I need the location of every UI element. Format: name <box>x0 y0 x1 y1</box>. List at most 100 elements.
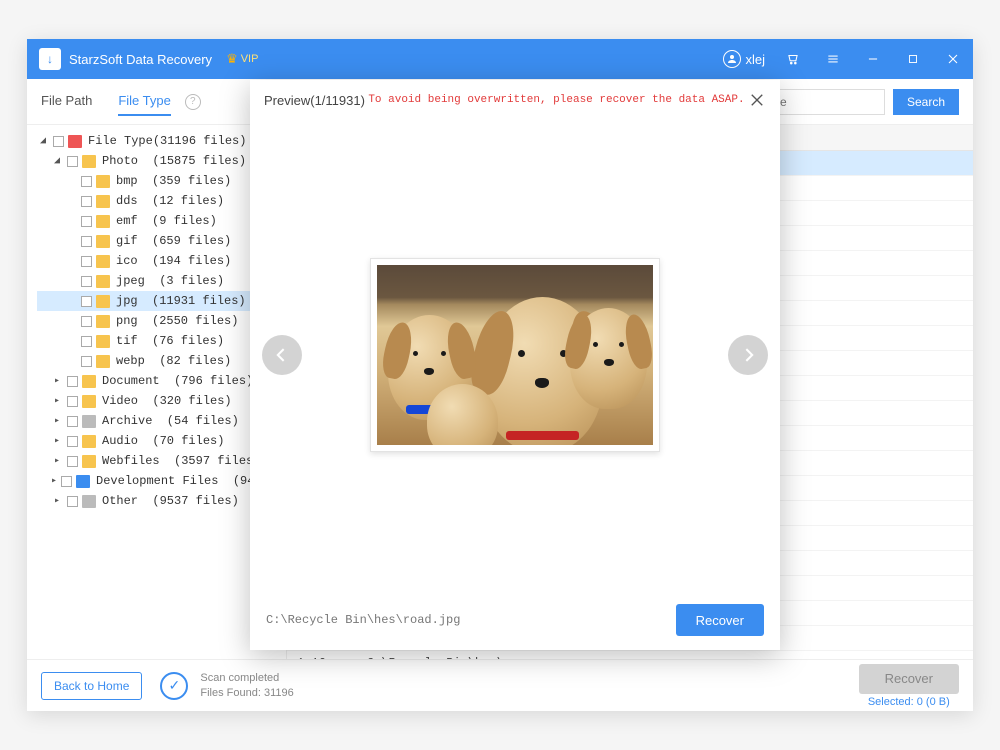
checkbox[interactable] <box>81 176 92 187</box>
twisty-icon[interactable]: ▸ <box>51 435 63 447</box>
folder-icon <box>82 495 96 508</box>
tree-label: gif (659 files) <box>116 234 231 248</box>
tree-label: dds (12 files) <box>116 194 224 208</box>
recover-button[interactable]: Recover <box>859 664 959 694</box>
twisty-icon[interactable]: ▸ <box>51 375 63 387</box>
tree-label: bmp (359 files) <box>116 174 231 188</box>
tree-root[interactable]: ◢ File Type(31196 files) <box>37 131 286 151</box>
preview-image-frame <box>370 258 660 452</box>
checkbox[interactable] <box>81 356 92 367</box>
tree-label: Document (796 files) <box>102 374 253 388</box>
checkbox[interactable] <box>81 196 92 207</box>
twisty-icon[interactable]: ◢ <box>51 155 63 167</box>
folder-icon <box>82 435 96 448</box>
tree-item-document[interactable]: ▸ Document (796 files) <box>37 371 286 391</box>
folder-icon <box>82 415 96 428</box>
checkbox[interactable] <box>67 396 78 407</box>
tree-item-ico[interactable]: ico (194 files) <box>37 251 286 271</box>
checkbox[interactable] <box>81 316 92 327</box>
tree-item-webp[interactable]: webp (82 files) <box>37 351 286 371</box>
close-button[interactable] <box>933 39 973 79</box>
twisty-icon[interactable]: ◢ <box>37 135 49 147</box>
tree-label: jpg (11931 files) <box>116 294 246 308</box>
crown-icon: ♛ <box>226 51 238 67</box>
user-name: xlej <box>745 52 765 67</box>
preview-close-button[interactable] <box>748 91 766 109</box>
app-name: StarzSoft Data Recovery <box>69 52 212 67</box>
checkbox[interactable] <box>67 436 78 447</box>
preview-recover-button[interactable]: Recover <box>676 604 764 636</box>
tree-label: Video (320 files) <box>102 394 232 408</box>
twisty-icon[interactable]: ▸ <box>51 395 63 407</box>
table-row[interactable]: 1:16C:\Recycle Bin\hes\ <box>287 651 973 659</box>
prev-image-button[interactable] <box>262 335 302 375</box>
vip-badge[interactable]: ♛ VIP <box>226 51 258 67</box>
folder-icon <box>96 255 110 268</box>
tree-item-development-files[interactable]: ▸Development Files (947 files) <box>37 471 286 491</box>
checkbox[interactable] <box>81 256 92 267</box>
twisty-icon[interactable]: ▸ <box>51 495 63 507</box>
tree-label: Other (9537 files) <box>102 494 239 508</box>
menu-icon[interactable] <box>813 39 853 79</box>
checkbox[interactable] <box>81 216 92 227</box>
vip-label: VIP <box>241 53 259 65</box>
view-tabs: File Path File Type <box>41 87 171 116</box>
tree-label: Webfiles (3597 files) <box>102 454 260 468</box>
tree-item-png[interactable]: png (2550 files) <box>37 311 286 331</box>
tree-item-jpeg[interactable]: jpeg (3 files) <box>37 271 286 291</box>
tree-item-tif[interactable]: tif (76 files) <box>37 331 286 351</box>
folder-icon <box>96 335 110 348</box>
titlebar: ↓ StarzSoft Data Recovery ♛ VIP xlej <box>27 39 973 79</box>
preview-warning: To avoid being overwritten, please recov… <box>365 94 748 106</box>
tree-item-bmp[interactable]: bmp (359 files) <box>37 171 286 191</box>
tree-item-webfiles[interactable]: ▸ Webfiles (3597 files) <box>37 451 286 471</box>
checkbox[interactable] <box>67 376 78 387</box>
checkbox[interactable] <box>67 496 78 507</box>
preview-filepath: C:\Recycle Bin\hes\road.jpg <box>266 613 676 627</box>
maximize-button[interactable] <box>893 39 933 79</box>
user-account[interactable]: xlej <box>723 50 765 68</box>
tab-file-path[interactable]: File Path <box>41 87 92 116</box>
preview-body <box>250 120 780 590</box>
preview-image[interactable] <box>377 265 653 445</box>
tree-item-other[interactable]: ▸ Other (9537 files) <box>37 491 286 511</box>
minimize-button[interactable] <box>853 39 893 79</box>
scan-status: Scan completed Files Found: 31196 <box>200 671 293 700</box>
help-icon[interactable]: ? <box>185 94 201 110</box>
tree-item-archive[interactable]: ▸Archive (54 files) <box>37 411 286 431</box>
tree-item-gif[interactable]: gif (659 files) <box>37 231 286 251</box>
cart-icon[interactable] <box>773 39 813 79</box>
back-to-home-button[interactable]: Back to Home <box>41 672 142 700</box>
checkbox[interactable] <box>81 296 92 307</box>
folder-icon <box>96 235 110 248</box>
folder-icon <box>96 295 110 308</box>
tree-item-video[interactable]: ▸ Video (320 files) <box>37 391 286 411</box>
file-type-tree[interactable]: ◢ File Type(31196 files) ◢ Photo (15875 … <box>27 125 287 659</box>
twisty-icon[interactable]: ▸ <box>51 475 57 487</box>
twisty-icon[interactable]: ▸ <box>51 415 63 427</box>
folder-icon <box>82 395 96 408</box>
tree-item-audio[interactable]: ▸ Audio (70 files) <box>37 431 286 451</box>
tree-photo[interactable]: ◢ Photo (15875 files) <box>37 151 286 171</box>
checkbox[interactable] <box>53 136 64 147</box>
checkbox[interactable] <box>67 156 78 167</box>
tree-item-dds[interactable]: dds (12 files) <box>37 191 286 211</box>
checkbox[interactable] <box>81 336 92 347</box>
search-button[interactable]: Search <box>893 89 959 115</box>
folder-icon <box>96 215 110 228</box>
folder-icon <box>96 175 110 188</box>
next-image-button[interactable] <box>728 335 768 375</box>
checkbox[interactable] <box>67 416 78 427</box>
tree-item-jpg[interactable]: jpg (11931 files) <box>37 291 286 311</box>
checkbox[interactable] <box>67 456 78 467</box>
tab-file-type[interactable]: File Type <box>118 87 171 116</box>
tree-label: Audio (70 files) <box>102 434 224 448</box>
twisty-icon[interactable]: ▸ <box>51 455 63 467</box>
checkbox[interactable] <box>81 236 92 247</box>
tree-label: File Type(31196 files) <box>88 134 246 148</box>
tree-item-emf[interactable]: emf (9 files) <box>37 211 286 231</box>
avatar-icon <box>723 50 741 68</box>
checkbox[interactable] <box>61 476 72 487</box>
footer: Back to Home ✓ Scan completed Files Foun… <box>27 659 973 711</box>
checkbox[interactable] <box>81 276 92 287</box>
